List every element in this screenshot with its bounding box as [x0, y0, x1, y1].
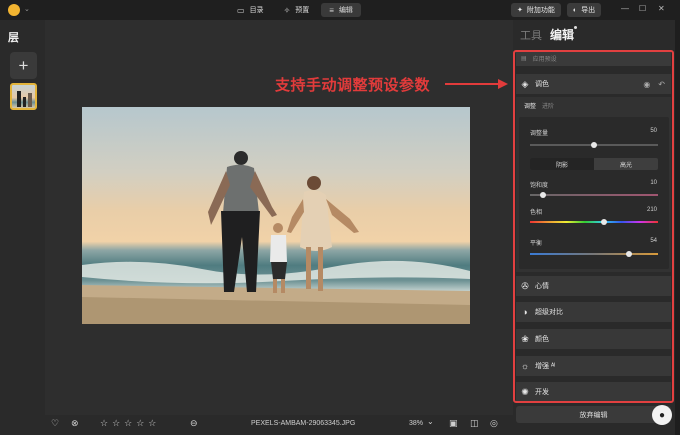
minimize-icon[interactable]: —	[621, 4, 629, 13]
sparkle-icon: ✧	[283, 5, 291, 15]
chevron-down-icon[interactable]: ⌄	[427, 417, 434, 426]
layer-thumb-figure	[23, 97, 26, 107]
nav-presets-label: 预置	[295, 7, 310, 14]
app-logo-icon[interactable]	[8, 4, 20, 16]
folder-icon: ▭	[237, 5, 245, 15]
extras-label: 附加功能	[526, 7, 555, 14]
window-edge	[675, 20, 680, 435]
tab-edit[interactable]: 编辑	[550, 26, 574, 43]
annotation-text: 支持手动调整预设参数	[275, 77, 431, 94]
annotation-arrow-head	[498, 79, 508, 89]
compare-icon[interactable]: ▣	[449, 418, 458, 429]
maximize-icon[interactable]: ☐	[639, 4, 646, 13]
plus-icon: +	[18, 55, 29, 75]
chat-bubble-icon[interactable]: ●	[652, 405, 672, 425]
export-label: 导出	[581, 7, 596, 14]
layer-thumb-figure	[17, 91, 21, 107]
export-button[interactable]: ◐ 导出	[566, 3, 602, 17]
layer-thumb-figure	[28, 93, 32, 107]
export-icon: ◐	[572, 6, 578, 14]
heart-icon[interactable]: ♡	[51, 418, 59, 429]
sliders-icon: ≡	[329, 5, 334, 15]
zoom-level[interactable]: 38%	[409, 420, 423, 427]
nav-catalog-button[interactable]: ▭ 目录	[229, 3, 272, 17]
chevron-down-icon[interactable]: ⌄	[24, 5, 30, 13]
extras-button[interactable]: ✦ 附加功能	[511, 3, 561, 17]
nav-edit-label: 编辑	[338, 7, 353, 14]
layers-title: 层	[8, 32, 19, 44]
edit-status-dot-icon	[574, 26, 577, 29]
top-right-actions: ✦ 附加功能 ◐ 导出	[511, 3, 602, 17]
photo-scene	[82, 151, 470, 324]
photo-canvas[interactable]	[82, 107, 470, 324]
annotation-arrow	[445, 83, 501, 85]
layer-thumbnail[interactable]	[10, 83, 37, 110]
add-layer-button[interactable]: +	[10, 52, 37, 79]
main-nav: ▭ 目录 ✧ 预置 ≡ 编辑	[229, 3, 361, 17]
annotation-highlight-box	[513, 50, 674, 403]
nav-presets-button[interactable]: ✧ 预置	[276, 3, 318, 17]
file-name: PEXELS-AMBAM-29063345.JPG	[251, 420, 356, 427]
nav-edit-button[interactable]: ≡ 编辑	[321, 3, 361, 17]
tab-tools[interactable]: 工具	[520, 27, 542, 43]
reject-icon[interactable]: ⊗	[71, 418, 79, 429]
discard-label: 放弃编辑	[579, 411, 608, 419]
color-label-icon[interactable]: ⊖	[190, 418, 198, 429]
panel-tabs: 工具 编辑	[520, 26, 574, 43]
eye-icon[interactable]: ◎	[490, 418, 498, 429]
nav-catalog-label: 目录	[249, 7, 264, 14]
close-icon[interactable]: ✕	[658, 4, 665, 13]
split-view-icon[interactable]: ◫	[470, 418, 479, 429]
sparkle-icon: ✦	[517, 7, 523, 14]
star-rating[interactable]: ☆☆☆☆☆	[100, 418, 160, 429]
discard-edits-button[interactable]: 放弃编辑	[516, 406, 671, 423]
